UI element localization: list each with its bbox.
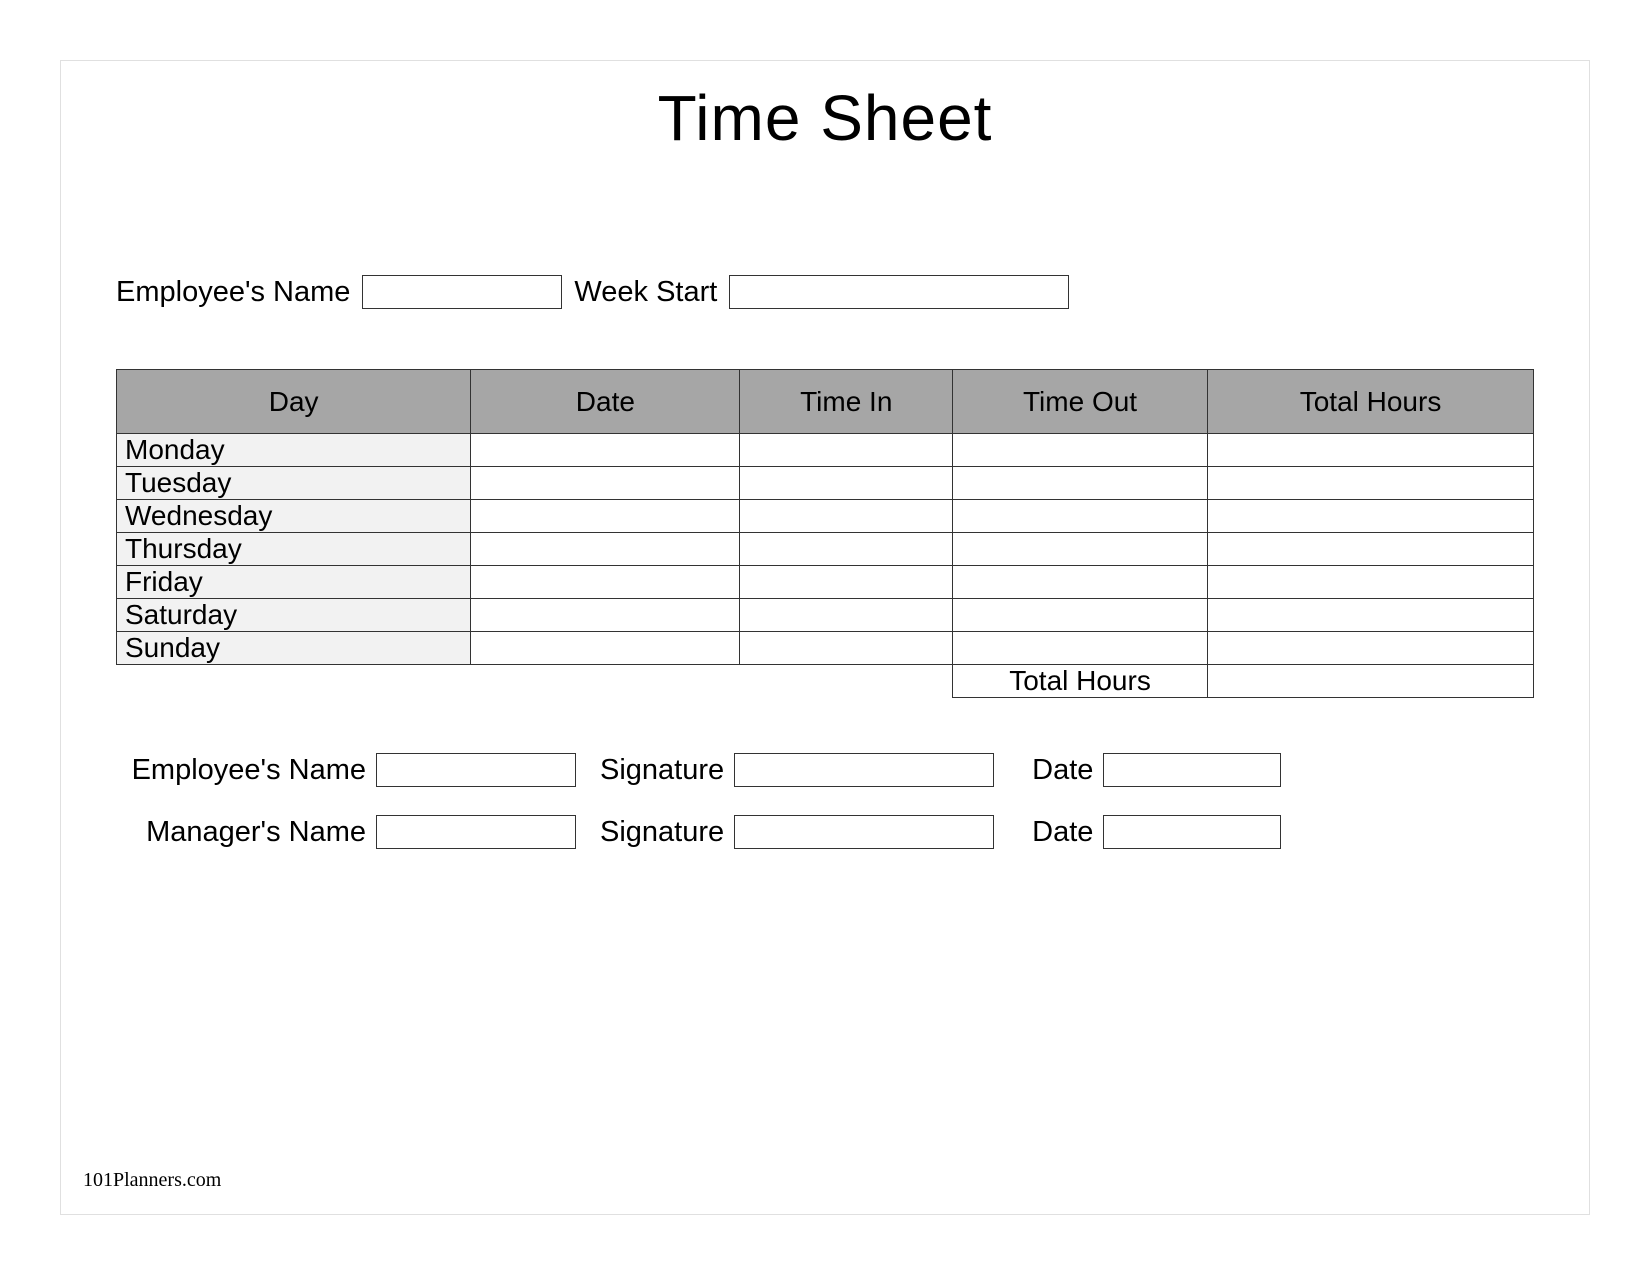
col-timein-header: Time In — [740, 370, 953, 434]
date-cell[interactable] — [471, 500, 740, 533]
table-row: Friday — [117, 566, 1534, 599]
date-cell[interactable] — [471, 467, 740, 500]
employee-signoff-row: Employee's Name Signature Date — [116, 753, 1534, 787]
table-row: Monday — [117, 434, 1534, 467]
manager-signature-input[interactable] — [734, 815, 994, 849]
manager-name-input[interactable] — [376, 815, 576, 849]
total-cell[interactable] — [1208, 566, 1534, 599]
table-row: Tuesday — [117, 467, 1534, 500]
col-day-header: Day — [117, 370, 471, 434]
total-cell[interactable] — [1208, 533, 1534, 566]
timeout-cell[interactable] — [953, 434, 1208, 467]
employee-name-label-2: Employee's Name — [116, 754, 366, 787]
footer-attribution: 101Planners.com — [83, 1169, 221, 1192]
date-cell[interactable] — [471, 632, 740, 665]
employee-name-label: Employee's Name — [116, 276, 350, 309]
date-cell[interactable] — [471, 434, 740, 467]
timein-cell[interactable] — [740, 599, 953, 632]
manager-signature-label: Signature — [600, 816, 724, 849]
day-cell: Thursday — [117, 533, 471, 566]
timein-cell[interactable] — [740, 632, 953, 665]
date-cell[interactable] — [471, 533, 740, 566]
page-title: Time Sheet — [116, 81, 1534, 155]
timesheet-page: Time Sheet Employee's Name Week Start Da… — [60, 60, 1590, 1215]
signoff-block: Employee's Name Signature Date Manager's… — [116, 753, 1534, 849]
timeout-cell[interactable] — [953, 632, 1208, 665]
header-row: Employee's Name Week Start — [116, 275, 1534, 309]
total-cell[interactable] — [1208, 599, 1534, 632]
col-total-header: Total Hours — [1208, 370, 1534, 434]
manager-date-label: Date — [1032, 816, 1093, 849]
day-cell: Saturday — [117, 599, 471, 632]
employee-name-input-2[interactable] — [376, 753, 576, 787]
table-row: Thursday — [117, 533, 1534, 566]
total-hours-value[interactable] — [1208, 665, 1534, 698]
manager-signoff-row: Manager's Name Signature Date — [116, 815, 1534, 849]
week-start-label: Week Start — [574, 276, 717, 309]
total-hours-label: Total Hours — [953, 665, 1208, 698]
day-cell: Friday — [117, 566, 471, 599]
timesheet-table: Day Date Time In Time Out Total Hours Mo… — [116, 369, 1534, 698]
table-row: Wednesday — [117, 500, 1534, 533]
date-cell[interactable] — [471, 566, 740, 599]
total-cell[interactable] — [1208, 434, 1534, 467]
timeout-cell[interactable] — [953, 533, 1208, 566]
week-start-input[interactable] — [729, 275, 1069, 309]
timein-cell[interactable] — [740, 500, 953, 533]
employee-date-label: Date — [1032, 754, 1093, 787]
table-row: Sunday — [117, 632, 1534, 665]
date-cell[interactable] — [471, 599, 740, 632]
col-timeout-header: Time Out — [953, 370, 1208, 434]
employee-date-input[interactable] — [1103, 753, 1281, 787]
timein-cell[interactable] — [740, 533, 953, 566]
day-cell: Sunday — [117, 632, 471, 665]
employee-name-input[interactable] — [362, 275, 562, 309]
total-cell[interactable] — [1208, 500, 1534, 533]
timeout-cell[interactable] — [953, 599, 1208, 632]
timeout-cell[interactable] — [953, 467, 1208, 500]
day-cell: Monday — [117, 434, 471, 467]
employee-signature-input[interactable] — [734, 753, 994, 787]
employee-signature-label: Signature — [600, 754, 724, 787]
col-date-header: Date — [471, 370, 740, 434]
timein-cell[interactable] — [740, 566, 953, 599]
table-header-row: Day Date Time In Time Out Total Hours — [117, 370, 1534, 434]
timeout-cell[interactable] — [953, 566, 1208, 599]
table-row: Saturday — [117, 599, 1534, 632]
manager-name-label: Manager's Name — [116, 816, 366, 849]
total-cell[interactable] — [1208, 467, 1534, 500]
timein-cell[interactable] — [740, 467, 953, 500]
day-cell: Wednesday — [117, 500, 471, 533]
day-cell: Tuesday — [117, 467, 471, 500]
timeout-cell[interactable] — [953, 500, 1208, 533]
total-row: Total Hours — [117, 665, 1534, 698]
total-cell[interactable] — [1208, 632, 1534, 665]
timein-cell[interactable] — [740, 434, 953, 467]
manager-date-input[interactable] — [1103, 815, 1281, 849]
